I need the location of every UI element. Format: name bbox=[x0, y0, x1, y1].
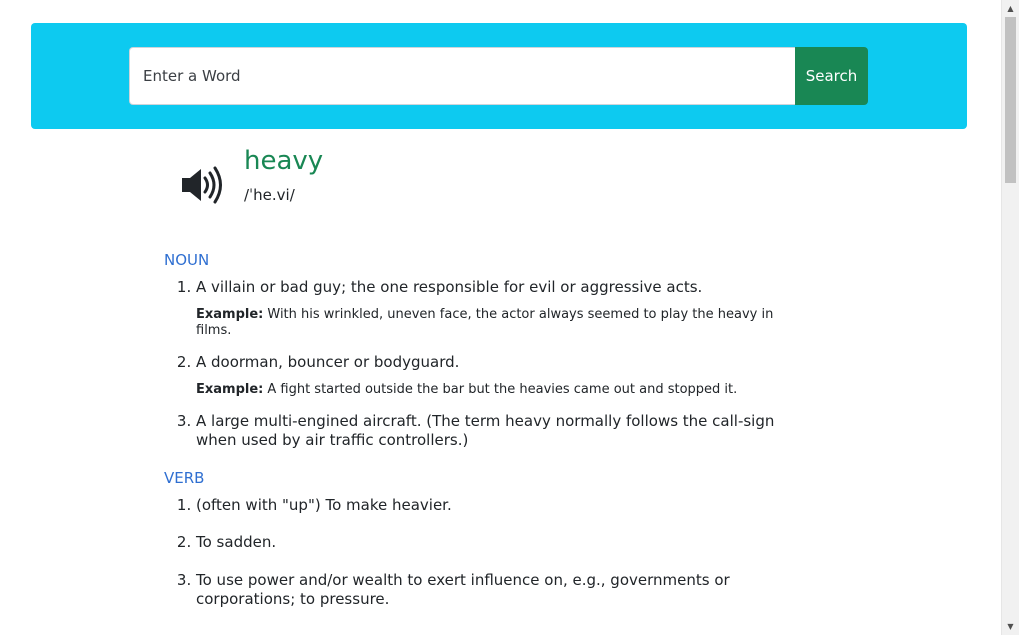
definition-text: To use power and/or wealth to exert infl… bbox=[196, 571, 730, 608]
definition-item: To use power and/or wealth to exert infl… bbox=[196, 571, 844, 609]
headword: heavy bbox=[244, 146, 324, 176]
page: Search heavy /ˈhe.vi/ NOUN A villain or … bbox=[0, 0, 1002, 635]
definition-text: A large multi-engined aircraft. (The ter… bbox=[196, 412, 775, 449]
search-group: Search bbox=[129, 47, 868, 105]
meaning-noun: NOUN A villain or bad guy; the one respo… bbox=[164, 250, 844, 450]
speaker-icon[interactable] bbox=[180, 166, 226, 204]
definition-text: A doorman, bouncer or bodyguard. bbox=[196, 353, 460, 371]
definition-item: A villain or bad guy; the one responsibl… bbox=[196, 278, 844, 339]
example-label: Example: bbox=[196, 382, 264, 397]
part-of-speech-heading: NOUN bbox=[164, 251, 210, 269]
search-banner: Search bbox=[31, 23, 967, 129]
search-button[interactable]: Search bbox=[795, 47, 868, 105]
definition-text: To sadden. bbox=[196, 533, 277, 551]
word-header: heavy /ˈhe.vi/ bbox=[180, 146, 580, 216]
meaning-verb: VERB (often with "up") To make heavier. … bbox=[164, 468, 844, 609]
scroll-down-arrow-icon[interactable]: ▼ bbox=[1002, 618, 1019, 635]
part-of-speech-heading: VERB bbox=[164, 469, 205, 487]
scroll-thumb[interactable] bbox=[1005, 17, 1016, 183]
definition-item: (often with "up") To make heavier. bbox=[196, 496, 844, 515]
example-label: Example: bbox=[196, 307, 264, 322]
vertical-scrollbar[interactable]: ▲ ▼ bbox=[1001, 0, 1019, 635]
definition-list: (often with "up") To make heavier. To sa… bbox=[164, 496, 844, 609]
example: Example: With his wrinkled, uneven face, … bbox=[196, 307, 804, 339]
definition-item: A doorman, bouncer or bodyguard. Example… bbox=[196, 353, 844, 398]
definition-text: (often with "up") To make heavier. bbox=[196, 496, 452, 514]
definition-text: A villain or bad guy; the one responsibl… bbox=[196, 278, 703, 296]
definition-item: To sadden. bbox=[196, 533, 844, 552]
example-text: With his wrinkled, uneven face, the acto… bbox=[196, 307, 774, 338]
phonetic: /ˈhe.vi/ bbox=[244, 186, 295, 204]
meanings: NOUN A villain or bad guy; the one respo… bbox=[164, 250, 844, 623]
scroll-up-arrow-icon[interactable]: ▲ bbox=[1002, 0, 1019, 17]
search-input[interactable] bbox=[129, 47, 795, 105]
definition-list: A villain or bad guy; the one responsibl… bbox=[164, 278, 844, 450]
definition-item: A large multi-engined aircraft. (The ter… bbox=[196, 412, 844, 450]
example-text: A fight started outside the bar but the … bbox=[267, 382, 738, 397]
example: Example: A fight started outside the bar … bbox=[196, 382, 804, 398]
